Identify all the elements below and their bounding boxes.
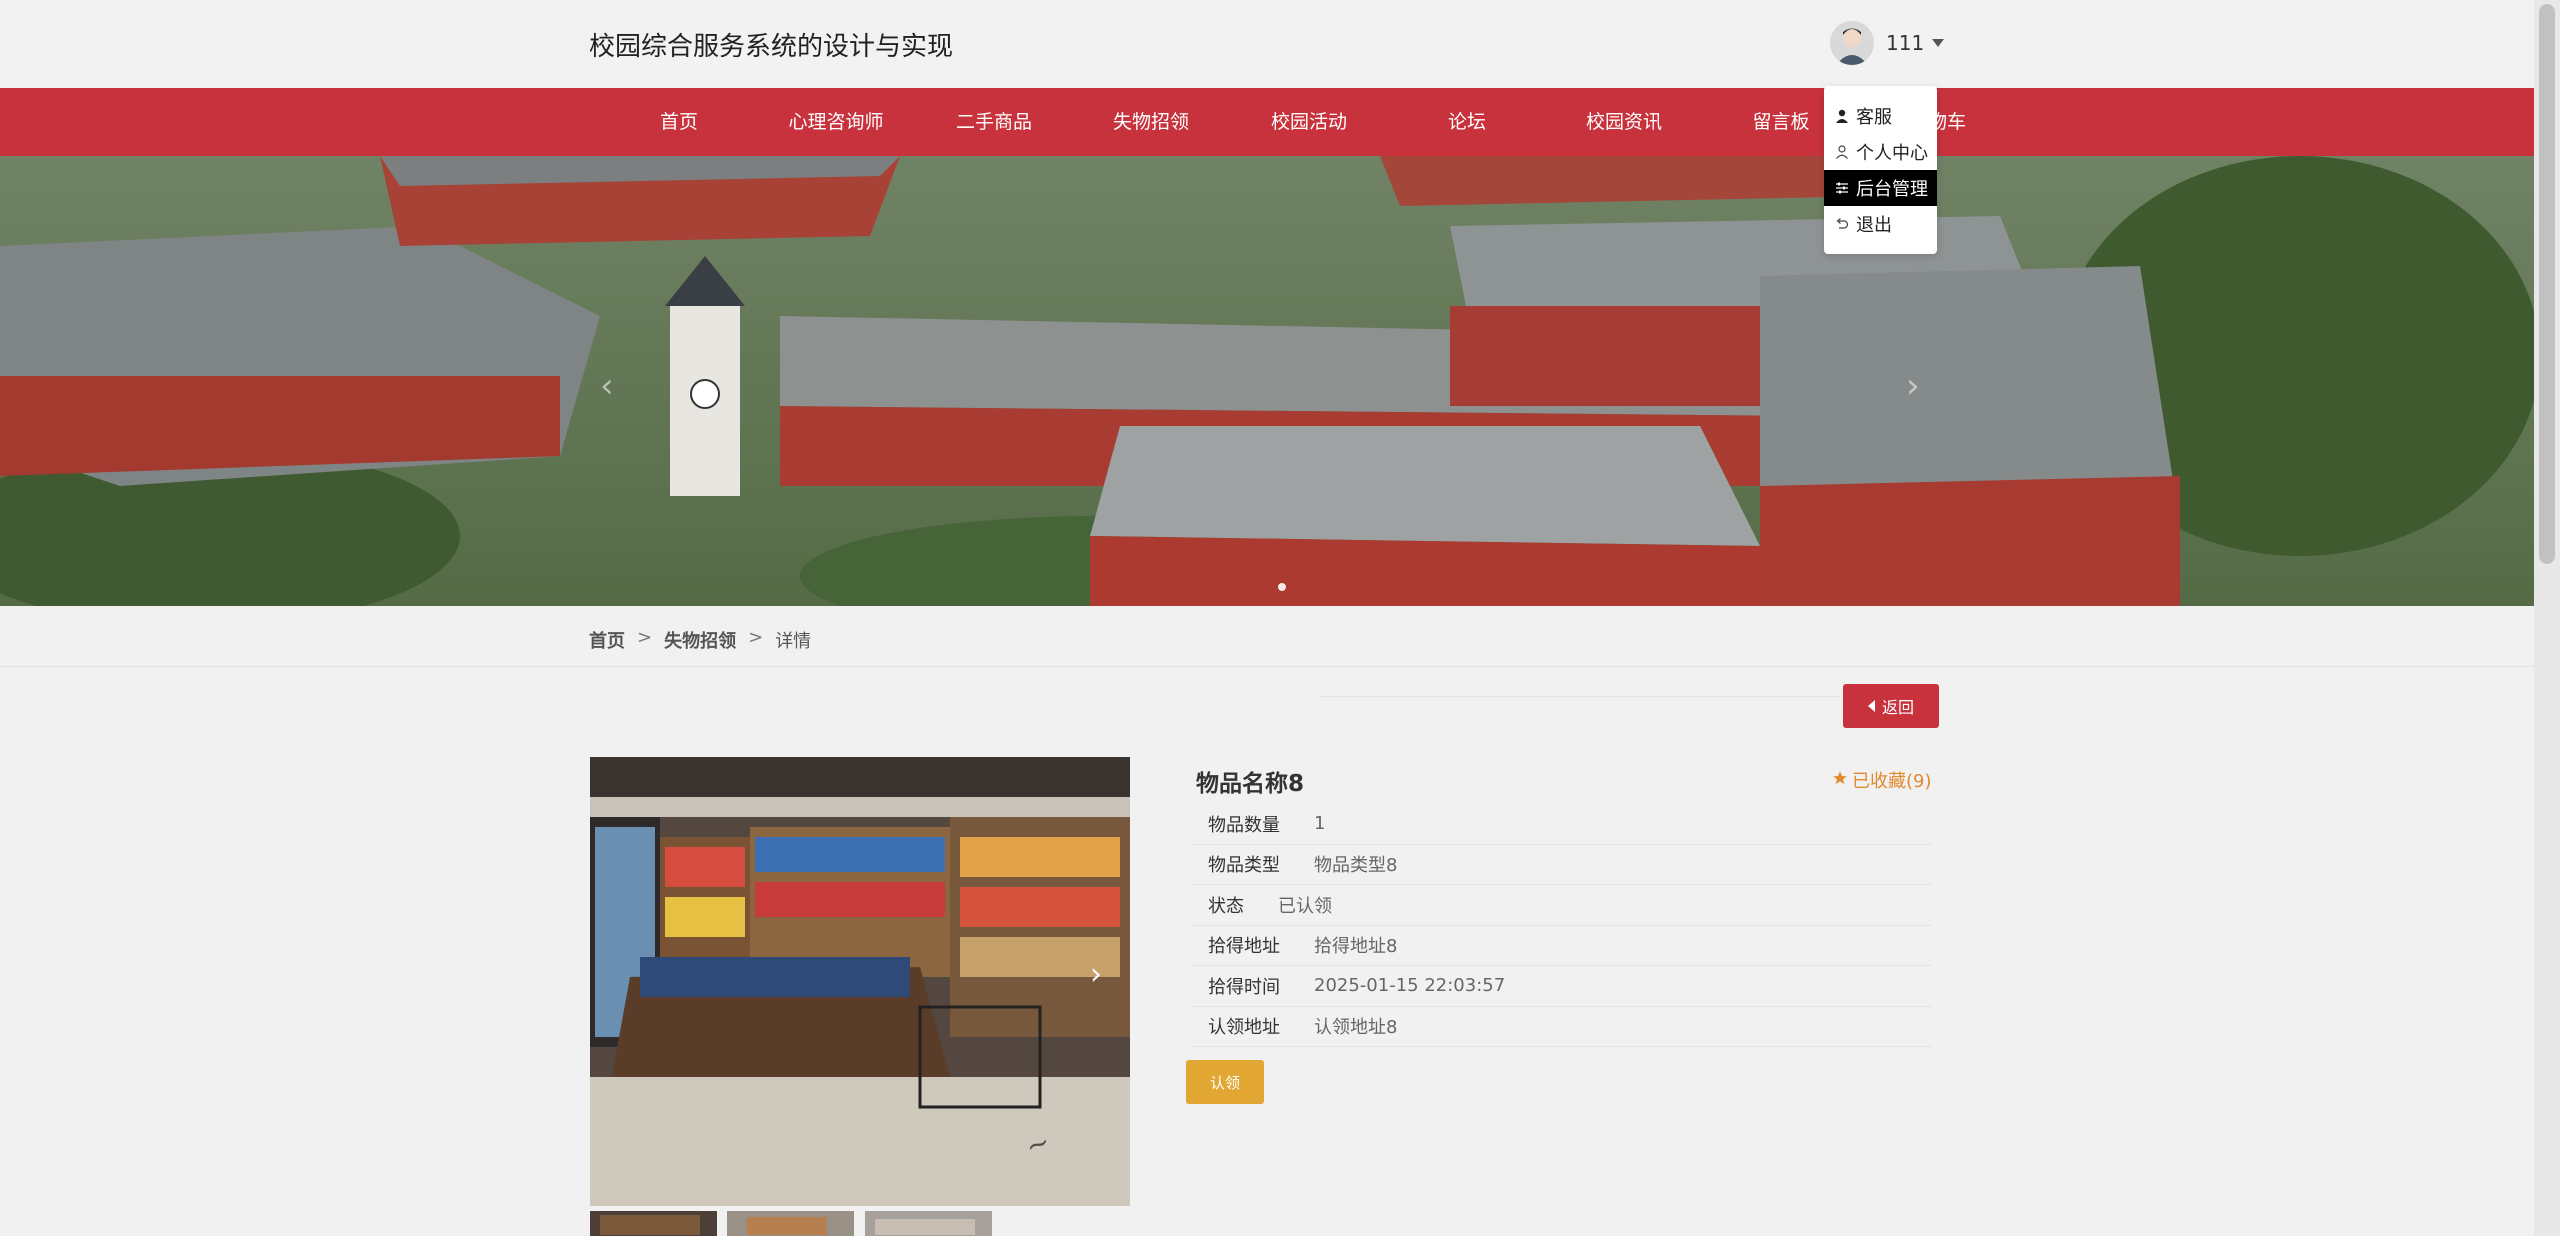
breadcrumb: 首页 > 失物招领 > 详情 <box>589 627 811 653</box>
detail-row: 状态 已认领 <box>1190 885 1932 926</box>
page-scrollbar[interactable] <box>2534 0 2560 1236</box>
detail-value: 认领地址8 <box>1314 1017 1398 1039</box>
banner-carousel[interactable]: ‹ › <box>0 156 2534 606</box>
nav-item-news[interactable]: 校园资讯 <box>1586 88 1662 156</box>
back-button-label: 返回 <box>1881 698 1914 717</box>
menu-item-personal-center[interactable]: 个人中心 <box>1824 134 1937 170</box>
menu-item-customer-service[interactable]: 客服 <box>1824 98 1937 134</box>
detail-key: 状态 <box>1208 895 1244 917</box>
menu-item-label: 个人中心 <box>1856 143 1928 164</box>
detail-row: 拾得地址 拾得地址8 <box>1190 926 1932 966</box>
detail-key: 认领地址 <box>1208 1017 1280 1039</box>
nav-item-secondhand[interactable]: 二手商品 <box>956 88 1032 156</box>
user-solid-icon <box>1834 108 1850 124</box>
image-next-arrow[interactable]: › <box>1090 957 1102 992</box>
detail-value: 2025-01-15 22:03:57 <box>1314 975 1506 997</box>
claim-button[interactable]: 认领 <box>1186 1060 1264 1104</box>
caret-left-icon <box>1867 697 1876 716</box>
divider <box>0 666 2534 667</box>
detail-key: 拾得时间 <box>1208 976 1280 998</box>
detail-value: 1 <box>1314 813 1326 835</box>
banner-dot[interactable] <box>1278 583 1286 591</box>
detail-value: 已认领 <box>1278 895 1332 917</box>
user-dropdown-menu: 客服 个人中心 后台管理 退出 <box>1824 86 1937 254</box>
avatar[interactable] <box>1830 21 1874 65</box>
detail-row: 物品数量 1 <box>1190 804 1932 845</box>
banner-prev-arrow[interactable]: ‹ <box>600 366 614 406</box>
nav-item-lost-found[interactable]: 失物招领 <box>1113 88 1189 156</box>
scrollbar-thumb[interactable] <box>2539 4 2555 564</box>
breadcrumb-current: 详情 <box>775 631 812 652</box>
nav-item-home[interactable]: 首页 <box>660 88 698 156</box>
thumbnail[interactable] <box>727 1211 854 1236</box>
site-header: 校园综合服务系统的设计与实现 111 <box>0 0 2534 88</box>
banner-next-arrow[interactable]: › <box>1906 366 1920 406</box>
nav-item-activities[interactable]: 校园活动 <box>1271 88 1347 156</box>
banner-image <box>0 156 2534 606</box>
item-detail-table: 物品数量 1 物品类型 物品类型8 状态 已认领 拾得地址 拾得地址8 拾得时间… <box>1190 804 1932 1047</box>
detail-value: 物品类型8 <box>1314 855 1398 877</box>
item-title: 物品名称8 <box>1196 771 1305 797</box>
undo-icon <box>1834 216 1850 232</box>
menu-item-label: 客服 <box>1856 107 1892 128</box>
detail-row: 认领地址 认领地址8 <box>1190 1007 1932 1047</box>
detail-row: 拾得时间 2025-01-15 22:03:57 <box>1190 966 1932 1007</box>
main-nav: 首页 心理咨询师 二手商品 失物招领 校园活动 论坛 校园资讯 留言板 物车 <box>0 88 2534 156</box>
user-menu-trigger[interactable]: 111 <box>1830 20 1945 66</box>
username[interactable]: 111 <box>1886 31 1924 55</box>
star-icon <box>1832 770 1848 791</box>
divider <box>1320 696 1840 697</box>
thumbnail[interactable] <box>865 1211 992 1236</box>
detail-value: 拾得地址8 <box>1314 936 1398 958</box>
nav-item-message-board[interactable]: 留言板 <box>1752 88 1809 156</box>
chevron-down-icon[interactable] <box>1932 39 1945 47</box>
breadcrumb-separator: > <box>748 627 764 648</box>
breadcrumb-separator: > <box>637 627 653 648</box>
user-outline-icon <box>1834 144 1850 160</box>
sliders-icon <box>1834 180 1850 196</box>
nav-item-counselors[interactable]: 心理咨询师 <box>788 88 883 156</box>
back-button[interactable]: 返回 <box>1843 684 1939 728</box>
breadcrumb-section[interactable]: 失物招领 <box>664 627 736 653</box>
item-image: ~ › <box>590 757 1130 1206</box>
favorite-label: 已收藏(9) <box>1852 771 1932 792</box>
site-title: 校园综合服务系统的设计与实现 <box>589 32 954 62</box>
favorite-button[interactable]: 已收藏(9) <box>1832 767 1932 793</box>
menu-item-admin[interactable]: 后台管理 <box>1824 170 1937 206</box>
menu-item-label: 后台管理 <box>1856 179 1928 200</box>
menu-item-logout[interactable]: 退出 <box>1824 206 1937 242</box>
detail-key: 物品数量 <box>1208 814 1280 836</box>
nav-item-forum[interactable]: 论坛 <box>1448 88 1486 156</box>
page: 校园综合服务系统的设计与实现 111 首页 心理咨询师 二手商品 失物招领 校园… <box>0 0 2560 1236</box>
thumbnail[interactable] <box>590 1211 717 1236</box>
detail-key: 物品类型 <box>1208 855 1280 877</box>
menu-item-label: 退出 <box>1856 215 1892 236</box>
detail-row: 物品类型 物品类型8 <box>1190 845 1932 885</box>
breadcrumb-home[interactable]: 首页 <box>589 627 625 653</box>
detail-key: 拾得地址 <box>1208 936 1280 958</box>
